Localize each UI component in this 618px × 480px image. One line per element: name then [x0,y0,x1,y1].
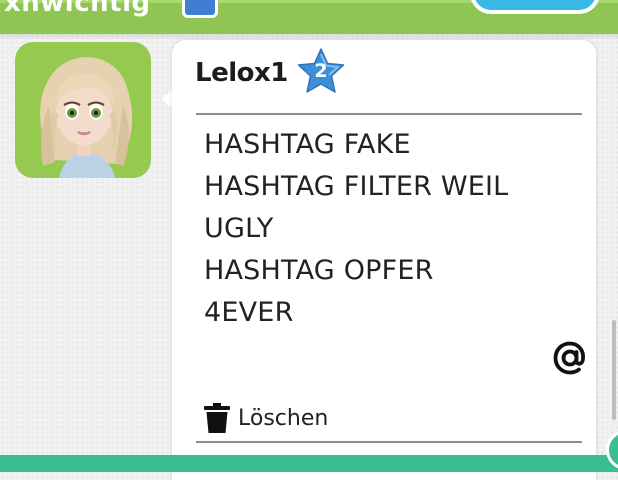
scrollbar-thumb[interactable] [612,320,616,420]
message-body: HASHTAG FAKE HASHTAG FILTER WEIL UGLY HA… [204,124,508,334]
user-avatar[interactable] [15,42,151,178]
message-line: HASHTAG FAKE [204,129,411,160]
message-line: 4EVER [204,297,294,328]
bottom-bar [0,455,618,472]
message-card: Lelox1 2 HASHTAG FAKE HASHTAG FILTER WEI… [172,40,596,480]
avatar-illustration [40,57,133,178]
star-badge-icon: 2 [294,46,348,98]
message-line: UGLY [204,213,274,244]
message-line: HASHTAG FILTER WEIL [204,171,509,202]
delete-button[interactable]: Löschen [204,402,328,434]
header-badge-icon[interactable] [182,0,218,18]
footer-divider [196,441,582,443]
at-sign-icon[interactable] [552,340,588,376]
header-cloud-button[interactable] [470,0,600,14]
header-divider [196,113,582,115]
message-line: HASHTAG OPFER [204,255,434,286]
trash-icon [204,403,230,433]
delete-label: Löschen [238,405,329,431]
level-number: 2 [314,60,328,82]
header-title: xnwichtig [4,0,151,18]
top-header-bar: xnwichtig [0,0,618,34]
post-username[interactable]: Lelox1 [195,58,288,88]
